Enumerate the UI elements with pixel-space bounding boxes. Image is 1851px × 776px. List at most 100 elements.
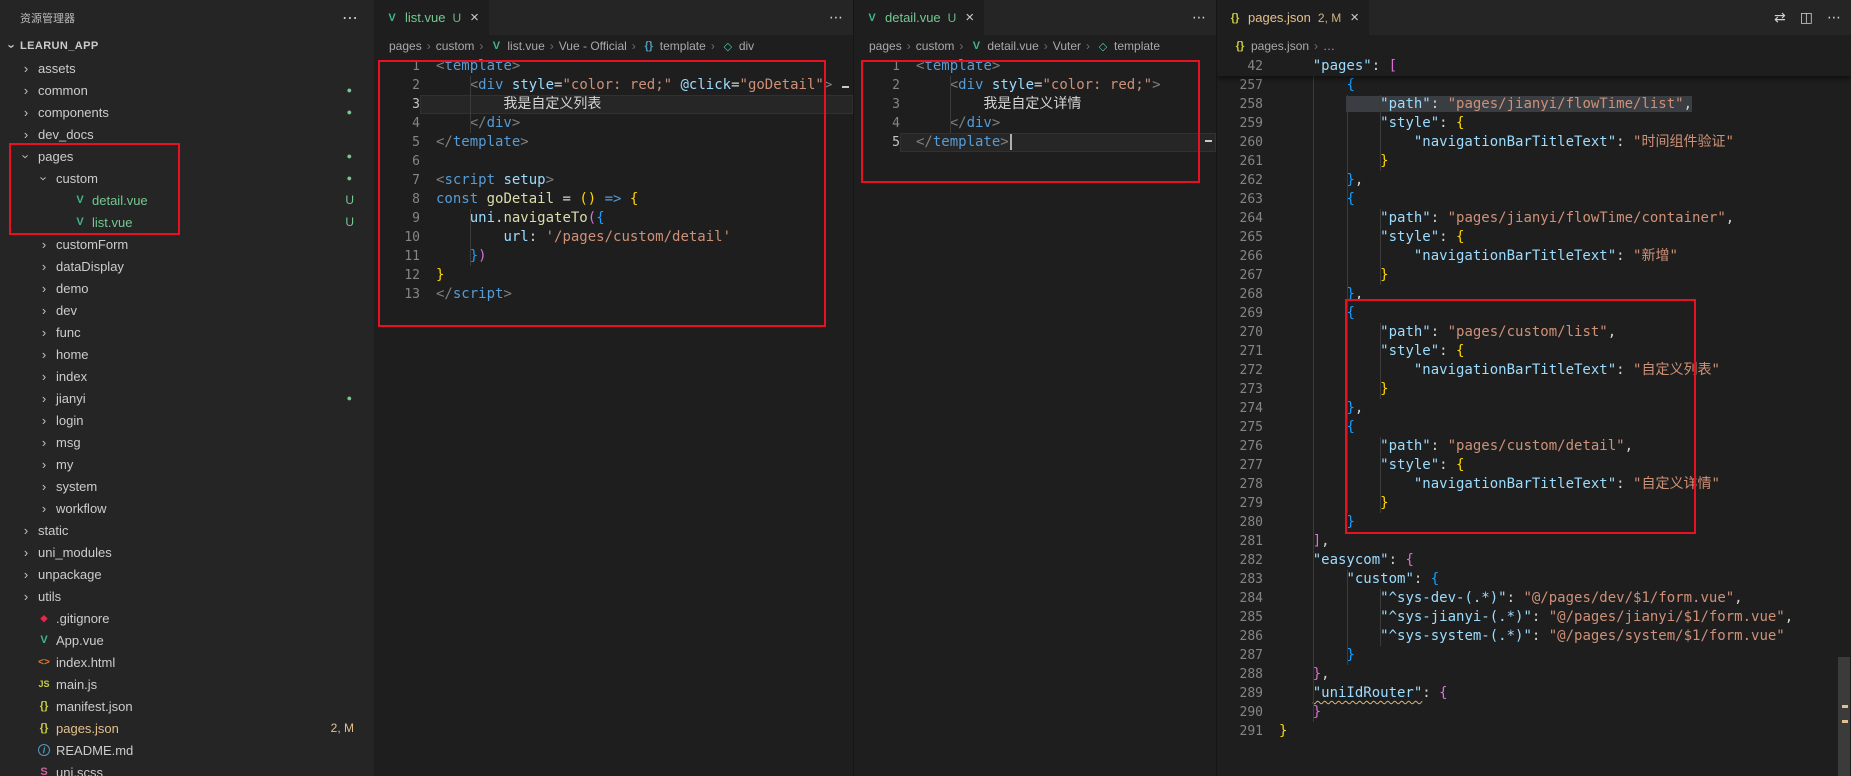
close-tab-icon[interactable]: ×: [1350, 9, 1359, 26]
explorer-item-demo[interactable]: ›demo: [0, 277, 374, 299]
html-file-icon: <>: [36, 657, 52, 668]
code-token: :: [1616, 134, 1633, 150]
explorer-item-my[interactable]: ›my: [0, 453, 374, 475]
code-token: [1279, 210, 1380, 226]
info-file-icon: i: [38, 744, 50, 756]
indent-guide: [470, 209, 471, 266]
code-token: [436, 248, 470, 264]
explorer-item-login[interactable]: ›login: [0, 409, 374, 431]
breadcrumb-item-template[interactable]: ◇template: [1095, 39, 1160, 53]
breadcrumb-item-…[interactable]: …: [1323, 39, 1335, 53]
code-editor-detail-vue[interactable]: 1<template>2 <div style="color: red;">3 …: [854, 57, 1216, 152]
explorer-item-dataDisplay[interactable]: ›dataDisplay: [0, 255, 374, 277]
explorer-item-jianyi[interactable]: ›jianyi●: [0, 387, 374, 409]
explorer-item-custom[interactable]: ›custom●: [0, 167, 374, 189]
line-content: "^sys-dev-(.*)": "@/pages/dev/$1/form.vu…: [1263, 589, 1851, 608]
code-token: >: [512, 115, 520, 131]
line-content: <div style="color: red;" @click="goDetai…: [420, 76, 853, 95]
tab-bar-2: Vdetail.vueU× ⋯: [854, 0, 1216, 35]
explorer-item-manifest.json[interactable]: {}manifest.json: [0, 695, 374, 717]
breadcrumb-item-detail.vue[interactable]: Vdetail.vue: [968, 39, 1038, 53]
overview-ruler[interactable]: [1202, 57, 1216, 776]
explorer-item-.gitignore[interactable]: ◆.gitignore: [0, 607, 374, 629]
breadcrumb-item-template[interactable]: {}template: [641, 39, 706, 53]
breadcrumb-item-Vue - Official[interactable]: Vue - Official: [559, 39, 627, 53]
code-token: "navigationBarTitleText": [1414, 134, 1616, 150]
overview-ruler-mark: [842, 86, 849, 88]
breadcrumb-item-Vuter[interactable]: Vuter: [1053, 39, 1081, 53]
overview-ruler[interactable]: [839, 57, 853, 776]
breadcrumb-item-custom[interactable]: custom: [436, 39, 475, 53]
tab-list.vue[interactable]: Vlist.vueU×: [374, 0, 490, 35]
split-editor-icon[interactable]: ◫: [1800, 9, 1813, 26]
code-token: [1279, 609, 1380, 625]
explorer-item-unpackage[interactable]: ›unpackage: [0, 563, 374, 585]
explorer-more-actions-icon[interactable]: ⋯: [342, 8, 358, 28]
explorer-item-assets[interactable]: ›assets: [0, 57, 374, 79]
explorer-item-msg[interactable]: ›msg: [0, 431, 374, 453]
breadcrumb-item-custom[interactable]: custom: [916, 39, 955, 53]
explorer-item-README.md[interactable]: i README.md: [0, 739, 374, 761]
open-changes-icon[interactable]: ⇄: [1774, 9, 1786, 26]
explorer-item-workflow[interactable]: ›workflow: [0, 497, 374, 519]
line-number: 265: [1217, 228, 1263, 247]
code-editor-list-vue[interactable]: 1<template>2 <div style="color: red;" @c…: [374, 57, 853, 304]
explorer-item-label: static: [38, 523, 68, 538]
code-token: [1279, 533, 1313, 549]
workspace-root[interactable]: › LEARUN_APP: [0, 35, 374, 57]
line-number: 6: [374, 152, 420, 171]
more-actions-icon[interactable]: ⋯: [1192, 9, 1206, 26]
breadcrumb-item-label: …: [1323, 39, 1335, 53]
explorer-item-detail.vue[interactable]: Vdetail.vueU: [0, 189, 374, 211]
explorer-item-label: README.md: [56, 743, 133, 758]
explorer-item-func[interactable]: ›func: [0, 321, 374, 343]
explorer-item-App.vue[interactable]: VApp.vue: [0, 629, 374, 651]
explorer-item-index.html[interactable]: <>index.html: [0, 651, 374, 673]
explorer-item-static[interactable]: ›static: [0, 519, 374, 541]
explorer-item-uni_modules[interactable]: ›uni_modules: [0, 541, 374, 563]
explorer-item-label: customForm: [56, 237, 128, 252]
breadcrumb-item-list.vue[interactable]: Vlist.vue: [488, 39, 544, 53]
breadcrumb-item-div[interactable]: ◇div: [720, 39, 754, 53]
explorer-item-pages[interactable]: ›pages●: [0, 145, 374, 167]
scrollbar-thumb[interactable]: [1838, 657, 1850, 776]
breadcrumb-item-label: Vue - Official: [559, 39, 627, 53]
code-line: 3 我是自定义详情: [854, 95, 1216, 114]
explorer-item-customForm[interactable]: ›customForm: [0, 233, 374, 255]
explorer-item-list.vue[interactable]: Vlist.vueU: [0, 211, 374, 233]
line-content: "navigationBarTitleText": "自定义列表": [1263, 361, 1851, 380]
explorer-item-index[interactable]: ›index: [0, 365, 374, 387]
tab-pages.json[interactable]: {}pages.json2, M×: [1217, 0, 1370, 35]
breadcrumb-item-pages.json[interactable]: {}pages.json: [1232, 39, 1309, 53]
code-line: 13</script>: [374, 285, 853, 304]
close-tab-icon[interactable]: ×: [470, 9, 479, 26]
code-token: (: [588, 210, 596, 226]
breadcrumb-item-pages[interactable]: pages: [389, 39, 422, 53]
explorer-item-uni.scss[interactable]: Suni.scss: [0, 761, 374, 776]
code-token: "@/pages/system/$1/form.vue": [1549, 628, 1785, 644]
explorer-item-dev[interactable]: ›dev: [0, 299, 374, 321]
scrollbar[interactable]: [1837, 57, 1851, 776]
more-actions-icon[interactable]: ⋯: [829, 9, 843, 26]
tab-detail.vue[interactable]: Vdetail.vueU×: [854, 0, 985, 35]
explorer-item-system[interactable]: ›system: [0, 475, 374, 497]
explorer-item-home[interactable]: ›home: [0, 343, 374, 365]
line-number: 277: [1217, 456, 1263, 475]
line-content: }: [420, 266, 853, 285]
code-token: {: [1439, 685, 1447, 701]
chevron-down-icon: ›: [37, 170, 52, 186]
code-token: template: [924, 58, 991, 74]
explorer-item-components[interactable]: ›components●: [0, 101, 374, 123]
explorer-item-utils[interactable]: ›utils: [0, 585, 374, 607]
breadcrumb-separator: ›: [632, 39, 636, 53]
breadcrumb-separator: ›: [1044, 39, 1048, 53]
breadcrumb-item-pages[interactable]: pages: [869, 39, 902, 53]
explorer-item-pages.json[interactable]: {}pages.json2, M: [0, 717, 374, 739]
code-token: style: [512, 77, 554, 93]
explorer-item-dev_docs[interactable]: ›dev_docs: [0, 123, 374, 145]
code-token: =>: [605, 191, 622, 207]
explorer-item-main.js[interactable]: JSmain.js: [0, 673, 374, 695]
explorer-item-common[interactable]: ›common●: [0, 79, 374, 101]
close-tab-icon[interactable]: ×: [965, 9, 974, 26]
more-actions-icon[interactable]: ⋯: [1827, 9, 1841, 26]
